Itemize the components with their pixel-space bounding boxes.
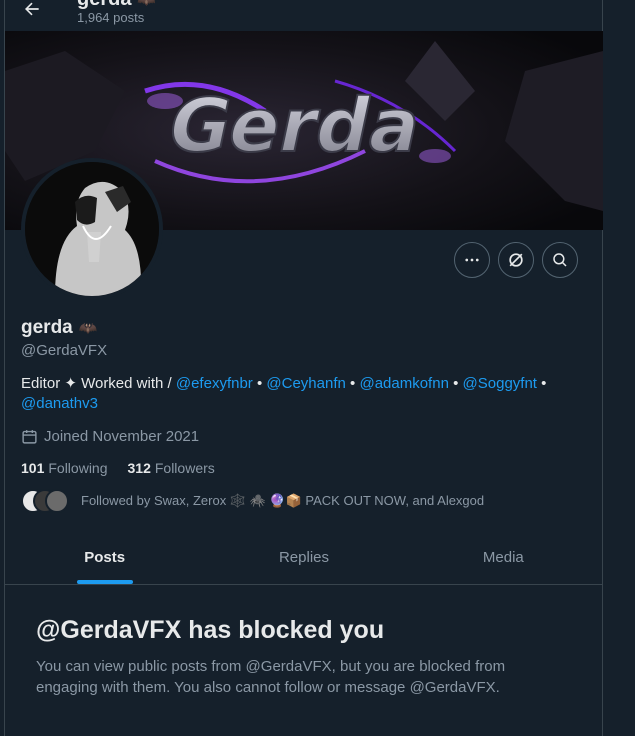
header-name-emoji: 🦇 bbox=[137, 0, 156, 9]
grok-icon bbox=[509, 253, 523, 267]
tab-media[interactable]: Media bbox=[404, 533, 603, 584]
bio-link-soggyfnt[interactable]: @Soggyfnt bbox=[463, 375, 537, 392]
grok-button[interactable] bbox=[498, 242, 534, 278]
followed-by-text: Followed by Swax, Zerox 🕸️ 🕷️ 🔮📦 PACK OU… bbox=[81, 493, 485, 508]
display-name-emoji: 🦇 bbox=[78, 320, 98, 337]
avatar bbox=[45, 489, 69, 513]
bio-text: Editor ✦ Worked with / bbox=[21, 375, 172, 392]
profile-avatar[interactable] bbox=[21, 158, 163, 300]
profile-handle: @GerdaVFX bbox=[21, 342, 108, 359]
bio-link-adamkofnn[interactable]: @adamkofnn bbox=[359, 375, 448, 392]
profile-display-name: gerda 🦇 bbox=[21, 317, 97, 339]
joined-text: Joined November 2021 bbox=[44, 428, 200, 445]
followers-count: 312 bbox=[127, 460, 151, 476]
followers-link[interactable]: 312 Followers bbox=[128, 460, 215, 476]
more-icon bbox=[465, 258, 479, 262]
back-arrow-icon bbox=[25, 2, 39, 16]
display-name-text: gerda bbox=[21, 317, 73, 338]
tab-replies[interactable]: Replies bbox=[204, 533, 403, 584]
joined-date: Joined November 2021 bbox=[21, 428, 199, 445]
bio-separator: • bbox=[453, 375, 459, 392]
profile-column: gerda 🦇 1,964 posts bbox=[4, 0, 603, 736]
profile-bio: Editor ✦ Worked with / @efexyfnbr • @Cey… bbox=[21, 374, 581, 414]
blocked-title: @GerdaVFX has blocked you bbox=[36, 616, 385, 644]
bio-link-danathv3[interactable]: @danathv3 bbox=[21, 395, 98, 412]
post-count: 1,964 posts bbox=[77, 10, 145, 25]
header-name-text: gerda bbox=[77, 0, 131, 10]
follow-counts: 101 Following 312 Followers bbox=[21, 460, 215, 476]
bio-separator: • bbox=[350, 375, 356, 392]
followed-by[interactable]: Followed by Swax, Zerox 🕸️ 🕷️ 🔮📦 PACK OU… bbox=[21, 489, 484, 513]
bio-link-ceyhanfn[interactable]: @Ceyhanfn bbox=[266, 375, 345, 392]
banner-text: Gerda bbox=[161, 83, 430, 169]
follower-avatars bbox=[21, 489, 73, 513]
bio-link-efexyfnbr[interactable]: @efexyfnbr bbox=[176, 375, 253, 392]
avatar-image bbox=[25, 162, 159, 296]
following-label: Following bbox=[48, 460, 108, 476]
search-profile-button[interactable] bbox=[542, 242, 578, 278]
calendar-icon bbox=[22, 430, 37, 444]
bio-separator: • bbox=[256, 375, 263, 392]
profile-tabs: Posts Replies Media bbox=[5, 533, 603, 585]
search-icon bbox=[553, 253, 567, 267]
followers-label: Followers bbox=[154, 460, 215, 476]
back-button[interactable] bbox=[17, 0, 47, 24]
following-link[interactable]: 101 Following bbox=[21, 460, 108, 476]
blocked-message: You can view public posts from @GerdaVFX… bbox=[36, 658, 506, 696]
more-button[interactable] bbox=[454, 242, 490, 278]
following-count: 101 bbox=[21, 460, 45, 476]
bio-separator: • bbox=[541, 375, 547, 392]
right-panel-edge bbox=[604, 0, 635, 736]
profile-header-bar: gerda 🦇 1,964 posts bbox=[5, 0, 602, 31]
tab-posts[interactable]: Posts bbox=[5, 533, 204, 584]
